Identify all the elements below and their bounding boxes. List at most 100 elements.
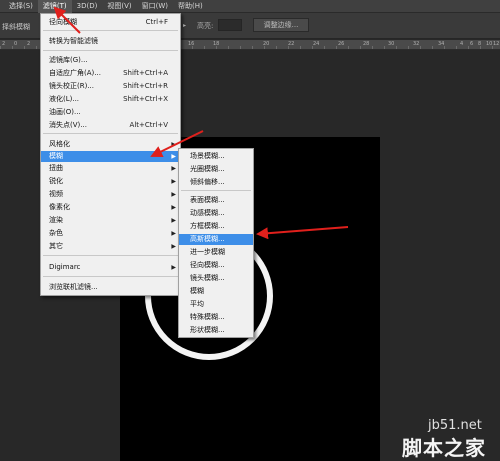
- submenu-item-field-blur[interactable]: 场景模糊...: [179, 151, 253, 162]
- menu-item-stylize[interactable]: 风格化 ▶: [41, 139, 180, 150]
- submenu-item-smart-blur[interactable]: 特殊模糊...: [179, 312, 253, 323]
- menu-item-pixelate[interactable]: 像素化 ▶: [41, 202, 180, 213]
- submenu-item-iris-blur[interactable]: 光圈模糊...: [179, 164, 253, 175]
- chevron-right-icon: ▶: [171, 243, 176, 250]
- ruler-number: 12: [493, 41, 500, 47]
- ruler-number: 24: [313, 41, 320, 47]
- menu-item-label: 杂色: [49, 229, 63, 237]
- menu-item-other[interactable]: 其它 ▶: [41, 241, 180, 252]
- menu-item-label: Digimarc: [49, 263, 81, 271]
- menu-item-vanishing-point[interactable]: 消失点(V)... Alt+Ctrl+V: [41, 120, 180, 131]
- submenu-item-average[interactable]: 平均: [179, 299, 253, 310]
- submenu-item-blur[interactable]: 模糊: [179, 286, 253, 297]
- menu-select[interactable]: 选择(S): [4, 0, 38, 13]
- menu-item-liquify[interactable]: 液化(L)... Shift+Ctrl+X: [41, 94, 180, 105]
- menu-item-label: 径向模糊: [49, 18, 77, 26]
- menu-item-label: 镜头校正(R)...: [49, 82, 95, 90]
- ruler-number: 2: [27, 41, 31, 47]
- chevron-right-icon: ▶: [171, 141, 176, 148]
- menu-item-shortcut: Shift+Ctrl+A: [123, 69, 168, 77]
- submenu-item-shape-blur[interactable]: 形状模糊...: [179, 325, 253, 336]
- submenu-item-gaussian-blur[interactable]: 高斯模糊...: [179, 234, 253, 245]
- menu-item-render[interactable]: 渲染 ▶: [41, 215, 180, 226]
- chevron-right-icon: ▶: [171, 153, 176, 160]
- ruler-number: 30: [388, 41, 395, 47]
- menu-item-label: 模糊: [49, 152, 63, 160]
- menu-item-sharpen[interactable]: 锐化 ▶: [41, 176, 180, 187]
- ruler-number: 28: [363, 41, 370, 47]
- ruler-number: 20: [263, 41, 270, 47]
- ruler-number: 8: [478, 41, 482, 47]
- menu-item-label: 液化(L)...: [49, 95, 80, 103]
- menu-item-adaptive-wide-angle[interactable]: 自适应广角(A)... Shift+Ctrl+A: [41, 68, 180, 79]
- submenu-item-box-blur[interactable]: 方框模糊...: [179, 221, 253, 232]
- menu-item-oil-paint[interactable]: 油画(O)...: [41, 107, 180, 118]
- chevron-right-icon: ▸: [183, 22, 187, 29]
- chevron-right-icon: ▶: [171, 165, 176, 172]
- submenu-item-radial-blur[interactable]: 径向模糊...: [179, 260, 253, 271]
- ruler-number: 0: [14, 41, 18, 47]
- refine-edge-button[interactable]: 调整边缘...: [253, 18, 309, 32]
- menu-item-label: 视频: [49, 190, 63, 198]
- menu-item-label: 油画(O)...: [49, 108, 81, 116]
- options-value-field[interactable]: [218, 19, 242, 31]
- menu-item-shortcut: Shift+Ctrl+R: [123, 82, 168, 90]
- menu-item-lens-correction[interactable]: 镜头校正(R)... Shift+Ctrl+R: [41, 81, 180, 92]
- menu-item-label: 自适应广角(A)...: [49, 69, 101, 77]
- menu-item-blur[interactable]: 模糊 ▶: [41, 151, 180, 162]
- chevron-right-icon: ▶: [171, 204, 176, 211]
- menu-separator: [43, 30, 178, 31]
- menu-item-shortcut: Shift+Ctrl+X: [123, 95, 168, 103]
- blur-submenu: 场景模糊... 光圈模糊... 倾斜偏移... 表面模糊... 动感模糊... …: [178, 148, 254, 338]
- menu-item-label: 其它: [49, 242, 63, 250]
- menu-separator: [43, 255, 178, 256]
- menu-item-label: 转换为智能滤镜: [49, 37, 98, 45]
- ruler-number: 10: [486, 41, 493, 47]
- options-label: 高亮:: [197, 22, 214, 30]
- menu-item-shortcut: Ctrl+F: [145, 18, 168, 26]
- submenu-item-surface-blur[interactable]: 表面模糊...: [179, 195, 253, 206]
- submenu-item-tilt-shift[interactable]: 倾斜偏移...: [179, 177, 253, 188]
- ruler-number: 32: [413, 41, 420, 47]
- chevron-right-icon: ▶: [171, 178, 176, 185]
- menu-separator: [43, 133, 178, 134]
- menu-item-video[interactable]: 视频 ▶: [41, 189, 180, 200]
- menu-item-digimarc[interactable]: Digimarc ▶: [41, 262, 180, 273]
- watermark-name: 脚本之家: [402, 436, 486, 460]
- ruler-number: 22: [288, 41, 295, 47]
- menu-item-convert-smart-filter[interactable]: 转换为智能滤镜: [41, 36, 180, 47]
- menu-item-shortcut: Alt+Ctrl+V: [129, 121, 168, 129]
- menu-separator: [181, 190, 251, 191]
- menu-separator: [43, 50, 178, 51]
- menu-item-noise[interactable]: 杂色 ▶: [41, 228, 180, 239]
- menu-item-label: 风格化: [49, 140, 70, 148]
- watermark-site: jb51.net: [428, 418, 482, 433]
- submenu-item-lens-blur[interactable]: 镜头模糊...: [179, 273, 253, 284]
- submenu-item-blur-more[interactable]: 进一步模糊: [179, 247, 253, 258]
- menu-item-label: 浏览联机滤镜...: [49, 283, 98, 291]
- menu-view[interactable]: 视图(V): [102, 0, 136, 13]
- chevron-right-icon: ▶: [171, 264, 176, 271]
- menu-help[interactable]: 帮助(H): [173, 0, 208, 13]
- ruler-number: 4: [460, 41, 464, 47]
- menu-filter[interactable]: 滤镜(T): [37, 0, 72, 13]
- ruler-number: 16: [188, 41, 195, 47]
- ruler-number: 18: [213, 41, 220, 47]
- menu-item-last-filter[interactable]: 径向模糊 Ctrl+F: [41, 17, 180, 28]
- menu-item-label: 滤镜库(G)...: [49, 56, 88, 64]
- ruler-number: 6: [470, 41, 474, 47]
- menu-bar: 选择(S) 滤镜(T) 3D(D) 视图(V) 窗口(W) 帮助(H): [0, 0, 500, 13]
- menu-item-distort[interactable]: 扭曲 ▶: [41, 163, 180, 174]
- menu-window[interactable]: 窗口(W): [137, 0, 173, 13]
- options-tool-label: 择斜模糊: [2, 23, 30, 31]
- menu-item-label: 渲染: [49, 216, 63, 224]
- ruler-number: 2: [2, 41, 6, 47]
- menu-item-filter-gallery[interactable]: 滤镜库(G)...: [41, 55, 180, 66]
- menu-item-label: 扭曲: [49, 164, 63, 172]
- menu-item-browse-online[interactable]: 浏览联机滤镜...: [41, 282, 180, 293]
- submenu-item-motion-blur[interactable]: 动感模糊...: [179, 208, 253, 219]
- menu-separator: [43, 276, 178, 277]
- menu-3d[interactable]: 3D(D): [72, 0, 103, 13]
- chevron-right-icon: ▶: [171, 217, 176, 224]
- chevron-right-icon: ▶: [171, 230, 176, 237]
